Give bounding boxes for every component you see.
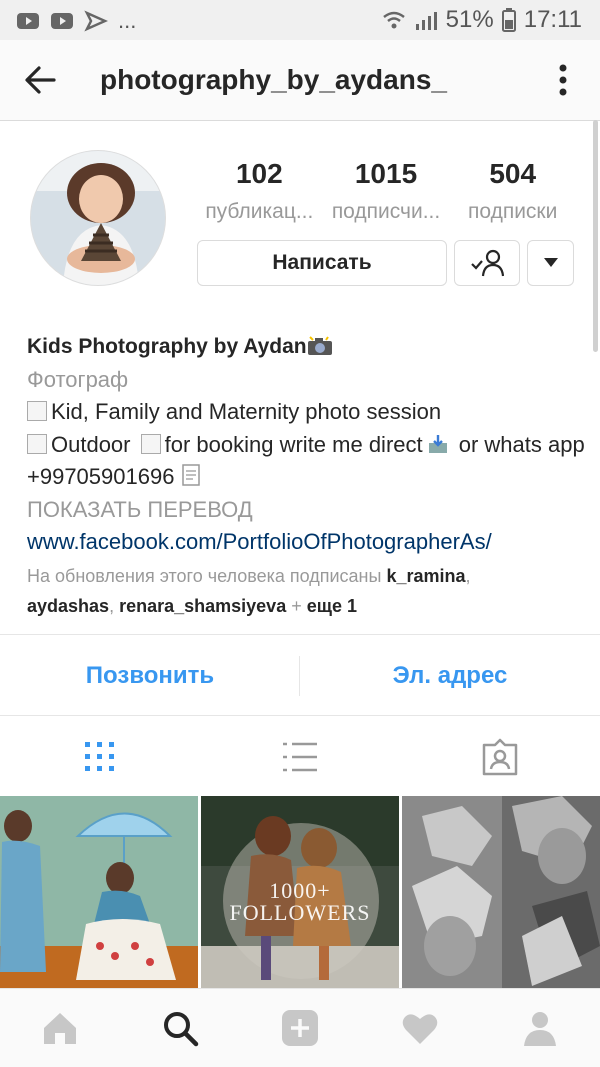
followed-by-plus: + [291, 596, 302, 616]
back-arrow-icon[interactable] [22, 62, 58, 98]
profile-stats: 102 публикац... 1015 подписчи... 504 под… [196, 158, 576, 224]
overlay-text: 1000+ FOLLOWERS [229, 878, 371, 925]
stat-label: подписчи... [331, 200, 441, 223]
photo-thumbnail [402, 796, 600, 988]
heart-icon[interactable] [400, 1008, 440, 1048]
stat-posts[interactable]: 102 публикац... [196, 158, 323, 224]
stat-value: 504 [489, 158, 537, 189]
call-button[interactable]: Позвонить [0, 656, 300, 696]
square-emoji-icon [140, 433, 161, 454]
battery-percent: 51% [445, 6, 494, 33]
memo-icon [182, 464, 201, 486]
inbox-tray-icon [428, 434, 447, 453]
profile-username: photography_by_aydans_ [100, 64, 447, 95]
add-icon[interactable] [280, 1008, 320, 1048]
grid-icon[interactable] [80, 737, 120, 777]
followed-by-more: еще 1 [306, 596, 357, 616]
profile-icon[interactable] [520, 1008, 560, 1048]
show-translation-link[interactable]: ПОКАЗАТЬ ПЕРЕВОД [27, 494, 587, 527]
divider [0, 715, 600, 716]
youtube-icon [17, 13, 39, 29]
website-link[interactable]: www.facebook.com/PortfolioOfPhotographer… [27, 526, 587, 559]
youtube-icon [51, 13, 73, 29]
wifi-icon [382, 11, 405, 29]
stat-label: публикац... [205, 200, 314, 223]
send-icon [84, 10, 108, 32]
status-bar: ... 51% 17:11 [0, 0, 600, 40]
clock: 17:11 [523, 6, 582, 33]
app-bar: photography_by_aydans_ [0, 40, 600, 121]
followed-by-prefix: На обновления этого человека подписаны [27, 566, 382, 586]
follower-username: aydashas [27, 596, 110, 616]
profile-bio: Kids Photography by Aydan Фотограф Kid, … [27, 330, 587, 559]
grid-photo[interactable]: 1000+ FOLLOWERS [201, 796, 399, 988]
stat-value: 102 [235, 158, 283, 189]
grid-photo[interactable] [0, 796, 198, 988]
search-icon[interactable] [160, 1008, 200, 1048]
more-options-icon[interactable] [548, 60, 578, 100]
square-emoji-icon [27, 401, 47, 421]
stat-following[interactable]: 504 подписки [449, 158, 576, 224]
bottom-navigation [0, 988, 600, 1067]
suggestions-dropdown-button[interactable] [527, 240, 574, 286]
followed-by[interactable]: На обновления этого человека подписаны k… [27, 561, 587, 621]
photo-grid: 1000+ FOLLOWERS [0, 796, 600, 988]
stat-value: 1015 [354, 158, 418, 189]
follower-username: renara_shamsiyeva [119, 596, 287, 616]
message-button[interactable]: Написать [197, 240, 447, 286]
list-icon[interactable] [280, 737, 320, 777]
follower-username: k_ramina [386, 566, 466, 586]
bio-text: for booking write me direct [164, 431, 423, 457]
photo-thumbnail [0, 796, 198, 988]
stat-followers[interactable]: 1015 подписчи... [323, 158, 450, 224]
square-emoji-icon [27, 433, 47, 454]
grid-photo[interactable] [402, 796, 600, 988]
signal-icon [415, 12, 437, 30]
more-notifications: ... [118, 8, 137, 33]
following-button[interactable] [454, 240, 520, 286]
profile-avatar[interactable] [30, 150, 166, 286]
scrollbar[interactable] [593, 120, 598, 352]
bio-line: Kid, Family and Maternity photo session [51, 399, 442, 424]
bio-text: Outdoor [51, 431, 131, 457]
email-button[interactable]: Эл. адрес [300, 656, 600, 696]
battery-icon [501, 8, 516, 32]
home-icon[interactable] [40, 1008, 80, 1048]
caret-down-icon [543, 258, 558, 267]
divider [0, 634, 600, 635]
profile-category: Фотограф [27, 366, 129, 392]
camera-flash-icon [307, 336, 332, 355]
tagged-icon[interactable] [480, 737, 520, 777]
following-check-icon [471, 249, 504, 277]
profile-full-name: Kids Photography by Aydan [27, 335, 307, 358]
stat-label: подписки [467, 200, 558, 223]
avatar-image [31, 151, 165, 285]
